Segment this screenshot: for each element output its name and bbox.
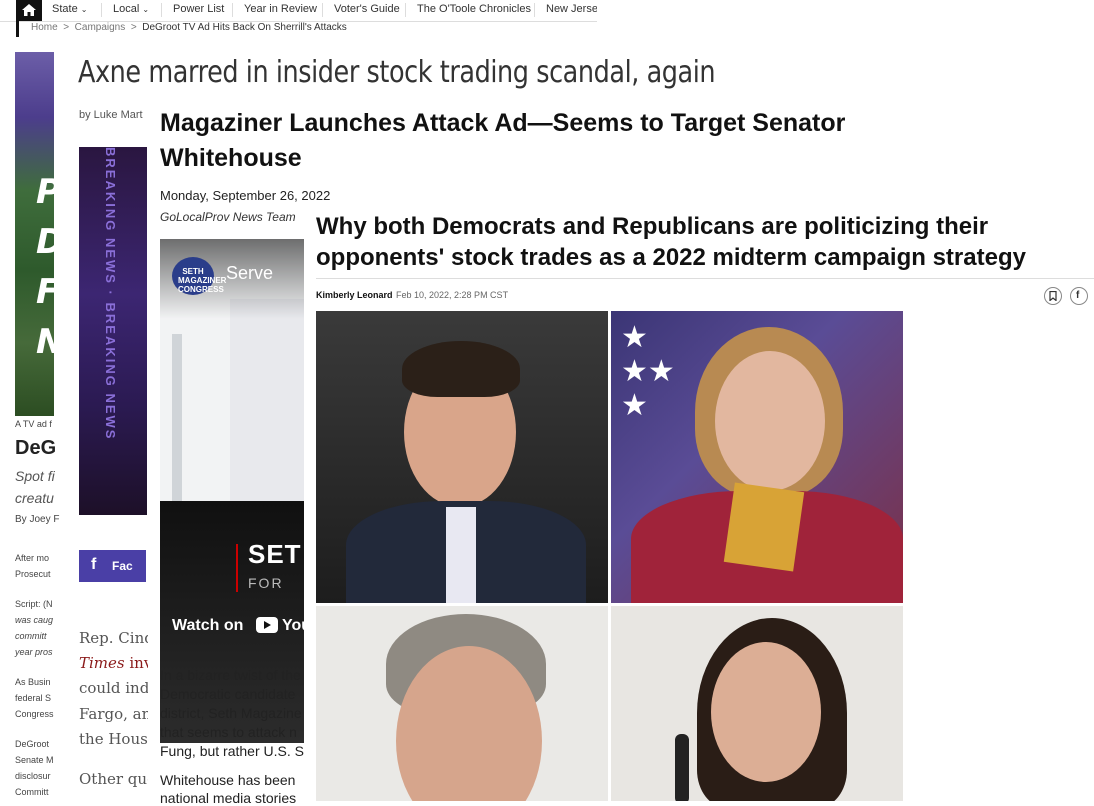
face-shape [715,351,825,491]
video-overlay-text: FOR [248,575,284,591]
nav-item-voters-guide[interactable]: Voter's Guide [334,3,400,15]
magaziner-paragraph-line: Fung, but rather U.S. S [160,743,304,759]
magaziner-date: Monday, September 26, 2022 [160,188,331,203]
left-article-subtitle: Spot fi [15,468,55,484]
magaziner-author: GoLocalProv News Team [160,210,296,224]
facebook-share-label: Fac [112,559,133,573]
nav-divider [232,3,233,17]
nav-divider [405,3,406,17]
breadcrumb-home-link[interactable]: Home [31,22,58,33]
headline-divider [316,278,1094,279]
photo-woman-red-jacket: ★ ★★ ★ [611,311,903,603]
left-article-byline: By Joey F [15,514,60,525]
bookmark-icon [1049,291,1057,301]
breadcrumb-campaigns-link[interactable]: Campaigns [75,22,126,33]
hero-letter: D [36,222,65,262]
breadcrumb-current: DeGroot TV Ad Hits Back On Sherrill's At… [142,22,347,33]
video-title[interactable]: Serve [226,263,273,284]
insider-timestamp: Feb 10, 2022, 2:28 PM CST [396,290,509,300]
nav-item-local[interactable]: Local ⌄ [113,3,149,15]
facebook-icon: f [91,556,97,573]
flag-stars: ★ ★★ ★ [621,321,675,422]
chevron-down-icon: ⌄ [80,5,88,14]
left-article-text: After mo [15,553,50,563]
nav-item-state[interactable]: State ⌄ [52,3,87,15]
site-nav-bar: State ⌄ Local ⌄ Power List Year in Revie… [0,0,597,22]
breaking-news-label: BREAKING NEWS · BREAKING NEWS [103,147,118,441]
photo-man-dark-suit [316,311,608,603]
headline-line: opponents' stock trades as a 2022 midter… [316,244,1026,271]
magaziner-headline: Magaziner Launches Attack Ad—Seems to Ta… [160,109,846,172]
left-article-text: Script: (N [15,599,53,609]
magaziner-paragraph-line: In a bizarre twist of the [160,667,301,683]
scarf-shape [723,482,805,572]
left-article-text: Prosecut [15,569,51,579]
left-article-text: Senate M [15,755,54,765]
insider-article-window: Why both Democrats and Republicans are p… [304,204,1094,801]
photo-man-grey-hair [316,606,608,801]
insider-headline: Why both Democrats and Republicans are p… [316,211,1026,273]
watch-on-youtube-button[interactable]: Watch on [172,617,243,635]
video-overlay-text: SET [248,539,302,569]
nav-divider [161,3,162,17]
nav-item-power-list[interactable]: Power List [173,3,224,15]
chevron-down-icon: ⌄ [142,5,150,14]
nav-divider [101,3,102,17]
hero-letter: P [36,172,61,212]
magaziner-paragraph-line: that seems to attack n [160,724,297,740]
breadcrumb-separator: > [130,22,137,33]
hero-letter: F [36,272,60,312]
left-article-text: year pros [15,647,53,657]
nav-item-new-jersey[interactable]: New Jersey [546,3,597,15]
left-article-subtitle: creatu [15,490,54,506]
shirt-shape [446,507,476,603]
left-article-title: DeG [15,437,57,459]
left-article-text: committ [15,631,47,641]
insider-author-link[interactable]: Kimberly Leonard [316,290,393,300]
magaziner-paragraph-line: Democratic candidate [160,686,296,702]
home-button[interactable] [16,0,42,21]
breaking-news-banner: BREAKING NEWS · BREAKING NEWS [79,147,147,515]
headline-line: Why both Democrats and Republicans are p… [316,213,989,240]
axne-headline: Axne marred in insider stock trading sca… [78,55,716,90]
youtube-play-icon [256,617,278,633]
left-article-text: As Busin [15,677,51,687]
left-article-text: federal S [15,693,52,703]
magaziner-paragraph-line: Whitehouse has been [160,772,296,788]
left-article-text: Congress [15,709,54,719]
magaziner-paragraph-line: national media stories [160,790,297,806]
facebook-share-button[interactable]: f Fac [79,550,146,582]
breadcrumb-separator: > [63,22,70,33]
axne-paragraph: the House [79,730,157,748]
nav-divider [322,3,323,17]
axne-paragraph: Other que [79,770,156,788]
hair-shape [402,341,520,397]
photo-woman-microphone [611,606,903,801]
left-article-text: DeGroot [15,739,50,749]
channel-avatar[interactable]: SETH MAGAZINER CONGRESS [172,257,226,295]
facebook-icon: f [1076,290,1080,301]
bookmark-button[interactable] [1044,287,1062,305]
youtube-label: YouT [282,617,306,634]
video-accent-line [236,544,238,592]
nav-item-otoole-chronicles[interactable]: The O'Toole Chronicles [417,3,531,15]
left-article-caption: A TV ad f [15,419,52,429]
left-article-text: Committ [15,787,49,797]
times-link[interactable]: Times [79,654,125,672]
left-article-hero-image: P D F N [15,52,64,416]
facebook-share-button[interactable]: f [1070,287,1088,305]
left-article-text: was caug [15,615,54,625]
left-article-text: disclosur [15,771,51,781]
axne-byline: by Luke Mart [79,109,143,121]
home-icon [22,4,36,16]
microphone-shape [675,734,689,801]
nav-item-year-in-review[interactable]: Year in Review [244,3,317,15]
face-shape [711,642,821,782]
hero-letter: N [36,322,65,362]
magaziner-paragraph-line: district, Seth Magazine [160,705,302,721]
breadcrumb: Home > Campaigns > DeGroot TV Ad Hits Ba… [16,21,567,37]
nav-divider [534,3,535,17]
